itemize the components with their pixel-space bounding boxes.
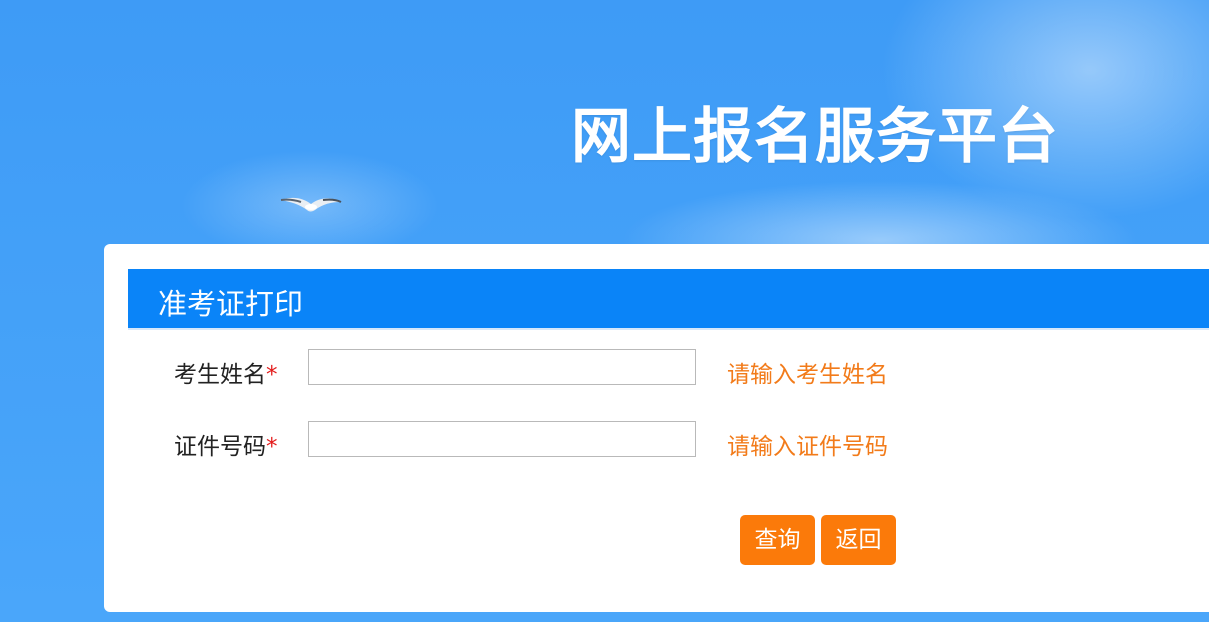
print-card: 准考证打印 考生姓名* 请输入考生姓名 证件号码* 请输入证件号码 查询 返回 <box>104 244 1209 612</box>
required-mark: * <box>266 362 278 388</box>
id-label: 证件号码* <box>174 434 278 460</box>
candidate-name-input[interactable] <box>308 349 696 385</box>
id-row: 证件号码* 请输入证件号码 <box>104 421 1204 461</box>
back-button[interactable]: 返回 <box>821 515 896 565</box>
panel-header: 准考证打印 <box>128 269 1209 330</box>
page: 网上报名服务平台 准考证打印 考生姓名* 请输入考生姓名 证件号码* 请输入证件… <box>0 0 1209 622</box>
name-label: 考生姓名* <box>174 362 278 388</box>
query-button[interactable]: 查询 <box>740 515 815 565</box>
name-row: 考生姓名* 请输入考生姓名 <box>104 349 1204 389</box>
required-mark: * <box>266 434 278 460</box>
panel-title: 准考证打印 <box>158 287 304 321</box>
id-hint: 请输入证件号码 <box>727 434 888 460</box>
id-number-input[interactable] <box>308 421 696 457</box>
site-title: 网上报名服务平台 <box>571 102 1059 172</box>
seagull-icon <box>280 197 342 212</box>
name-hint: 请输入考生姓名 <box>727 362 888 388</box>
